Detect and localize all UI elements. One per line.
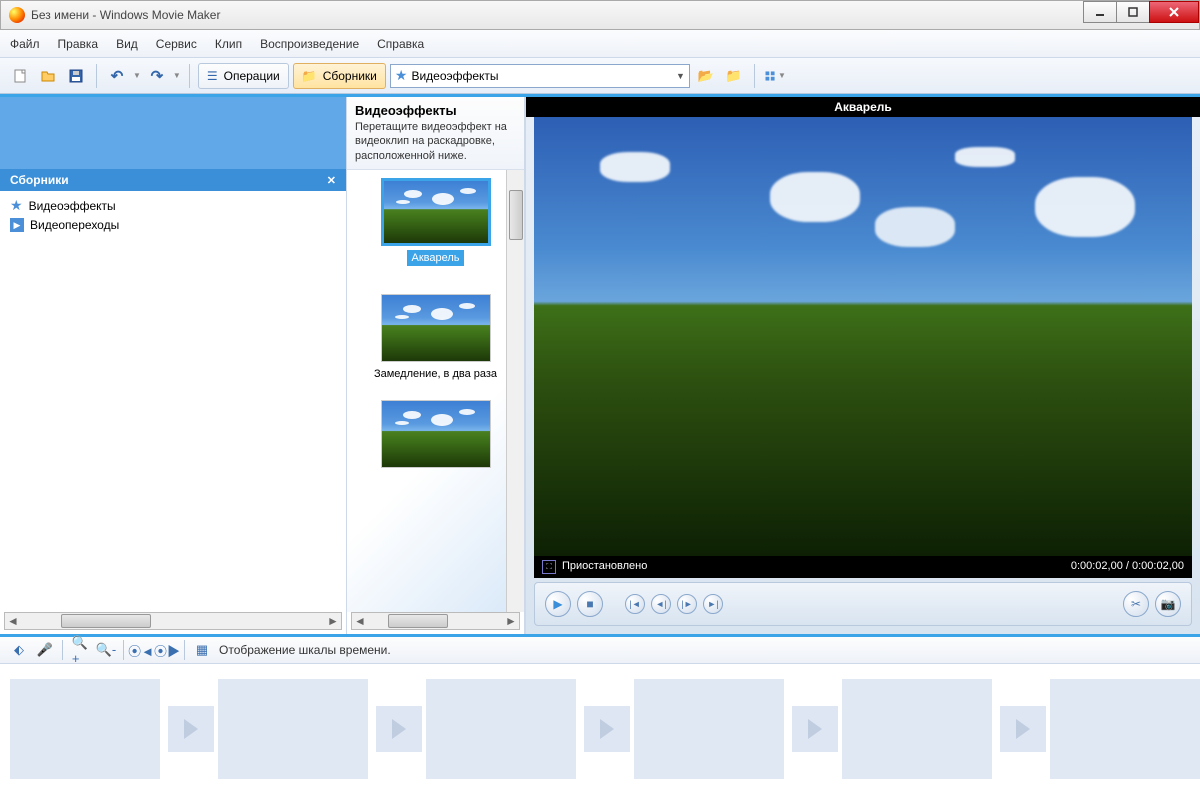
timeline-view-icon[interactable]: ▦	[193, 641, 211, 659]
storyboard-slot[interactable]	[218, 679, 368, 779]
effect-item[interactable]: Акварель	[351, 174, 520, 270]
menu-file[interactable]: Файл	[10, 37, 40, 51]
transition-slot[interactable]	[1000, 706, 1046, 752]
window-titlebar: Без имени - Windows Movie Maker	[0, 0, 1200, 30]
redo-button[interactable]: ↷	[145, 64, 169, 88]
storyboard	[0, 664, 1200, 794]
transition-slot[interactable]	[168, 706, 214, 752]
effect-thumbnail	[381, 400, 491, 468]
list-icon: ☰	[207, 69, 218, 83]
storyboard-slot[interactable]	[634, 679, 784, 779]
prev-button[interactable]: |◄	[625, 594, 645, 614]
app-icon	[9, 7, 25, 23]
open-button[interactable]	[36, 64, 60, 88]
menu-service[interactable]: Сервис	[156, 37, 197, 51]
preview-pane: Акварель ⛶ Приостановлено 0:00:02,00 / 0…	[525, 97, 1200, 634]
menu-playback[interactable]: Воспроизведение	[260, 37, 359, 51]
new-button[interactable]	[8, 64, 32, 88]
toolbar: ↶ ▼ ↷ ▼ ☰ Операции 📁 Сборники ★ Видеоэфф…	[0, 58, 1200, 94]
tree-item-transitions[interactable]: ▶ Видеопереходы	[6, 216, 340, 234]
storyboard-slot[interactable]	[426, 679, 576, 779]
close-panel-icon[interactable]: ✕	[327, 174, 336, 187]
transition-icon: ▶	[10, 218, 24, 232]
effect-thumbnail	[381, 178, 491, 246]
effects-hscroll[interactable]: ◄►	[351, 612, 520, 630]
effects-vscroll[interactable]	[506, 170, 524, 612]
preview-status-bar: ⛶ Приостановлено 0:00:02,00 / 0:00:02,00	[534, 556, 1192, 578]
sidebar: Сборники ✕ ★ Видеоэффекты ▶ Видеопереход…	[0, 97, 347, 634]
rewind-icon[interactable]: ⦿◄	[132, 641, 150, 659]
transition-slot[interactable]	[584, 706, 630, 752]
main-area: Сборники ✕ ★ Видеоэффекты ▶ Видеопереход…	[0, 94, 1200, 634]
narration-icon[interactable]: 🎤	[36, 641, 54, 659]
playback-controls: ▶ ■ |◄ ◄| |► ►| ✂ 📷	[534, 582, 1192, 626]
undo-button[interactable]: ↶	[105, 64, 129, 88]
zoom-out-icon[interactable]: 🔍-	[97, 641, 115, 659]
save-button[interactable]	[64, 64, 88, 88]
preview-clip-title: Акварель	[526, 97, 1200, 117]
fullscreen-icon[interactable]: ⛶	[542, 560, 556, 574]
menu-view[interactable]: Вид	[116, 37, 138, 51]
transition-slot[interactable]	[376, 706, 422, 752]
menu-help[interactable]: Справка	[377, 37, 424, 51]
play-timeline-icon[interactable]: ⦿▶	[158, 641, 176, 659]
storyboard-slot[interactable]	[10, 679, 160, 779]
timeline-toolbar: ⬖ 🎤 🔍+ 🔍- ⦿◄ ⦿▶ ▦ Отображение шкалы врем…	[0, 634, 1200, 664]
effect-item[interactable]	[351, 396, 520, 486]
play-button[interactable]: ▶	[545, 591, 571, 617]
maximize-button[interactable]	[1116, 1, 1150, 23]
split-button[interactable]: ✂	[1123, 591, 1149, 617]
zoom-in-icon[interactable]: 🔍+	[71, 641, 89, 659]
up-folder-button[interactable]: 📂	[694, 64, 718, 88]
effects-dropdown[interactable]: ★ Видеоэффекты ▼	[390, 64, 690, 88]
chevron-down-icon: ▼	[676, 71, 685, 81]
timeline-marker-icon[interactable]: ⬖	[10, 641, 28, 659]
close-button[interactable]	[1149, 1, 1199, 23]
effects-list: Акварель Замедление, в два раза	[347, 170, 524, 612]
sidebar-hscroll[interactable]: ◄►	[4, 612, 342, 630]
effects-hint: Перетащите видеоэффект на видеоклип на р…	[355, 120, 516, 163]
transition-slot[interactable]	[792, 706, 838, 752]
tree-item-effects[interactable]: ★ Видеоэффекты	[6, 195, 340, 216]
star-icon: ★	[10, 197, 23, 214]
effect-thumbnail	[381, 294, 491, 362]
playback-status: Приостановлено	[562, 560, 647, 574]
new-folder-button[interactable]: 📁	[722, 64, 746, 88]
operations-button[interactable]: ☰ Операции	[198, 63, 289, 89]
storyboard-slot[interactable]	[1050, 679, 1200, 779]
effects-title: Видеоэффекты	[355, 103, 516, 118]
storyboard-slot[interactable]	[842, 679, 992, 779]
preview-canvas	[534, 117, 1192, 556]
view-options-button[interactable]: ▼	[763, 64, 787, 88]
menu-edit[interactable]: Правка	[58, 37, 99, 51]
sidebar-header: Сборники ✕	[0, 169, 346, 191]
step-back-button[interactable]: ◄|	[651, 594, 671, 614]
snapshot-button[interactable]: 📷	[1155, 591, 1181, 617]
folder-icon: 📁	[302, 69, 317, 83]
stop-button[interactable]: ■	[577, 591, 603, 617]
menubar: Файл Правка Вид Сервис Клип Воспроизведе…	[0, 30, 1200, 58]
step-fwd-button[interactable]: |►	[677, 594, 697, 614]
next-button[interactable]: ►|	[703, 594, 723, 614]
menu-clip[interactable]: Клип	[215, 37, 242, 51]
effect-item[interactable]: Замедление, в два раза	[351, 290, 520, 386]
time-display: 0:00:02,00 / 0:00:02,00	[1071, 560, 1184, 574]
collections-button[interactable]: 📁 Сборники	[293, 63, 386, 89]
timeline-label[interactable]: Отображение шкалы времени.	[219, 643, 391, 657]
collections-tree: ★ Видеоэффекты ▶ Видеопереходы	[0, 191, 346, 612]
star-icon: ★	[395, 67, 408, 84]
window-title: Без имени - Windows Movie Maker	[31, 8, 1084, 22]
effects-panel: Видеоэффекты Перетащите видеоэффект на в…	[347, 97, 525, 634]
minimize-button[interactable]	[1083, 1, 1117, 23]
